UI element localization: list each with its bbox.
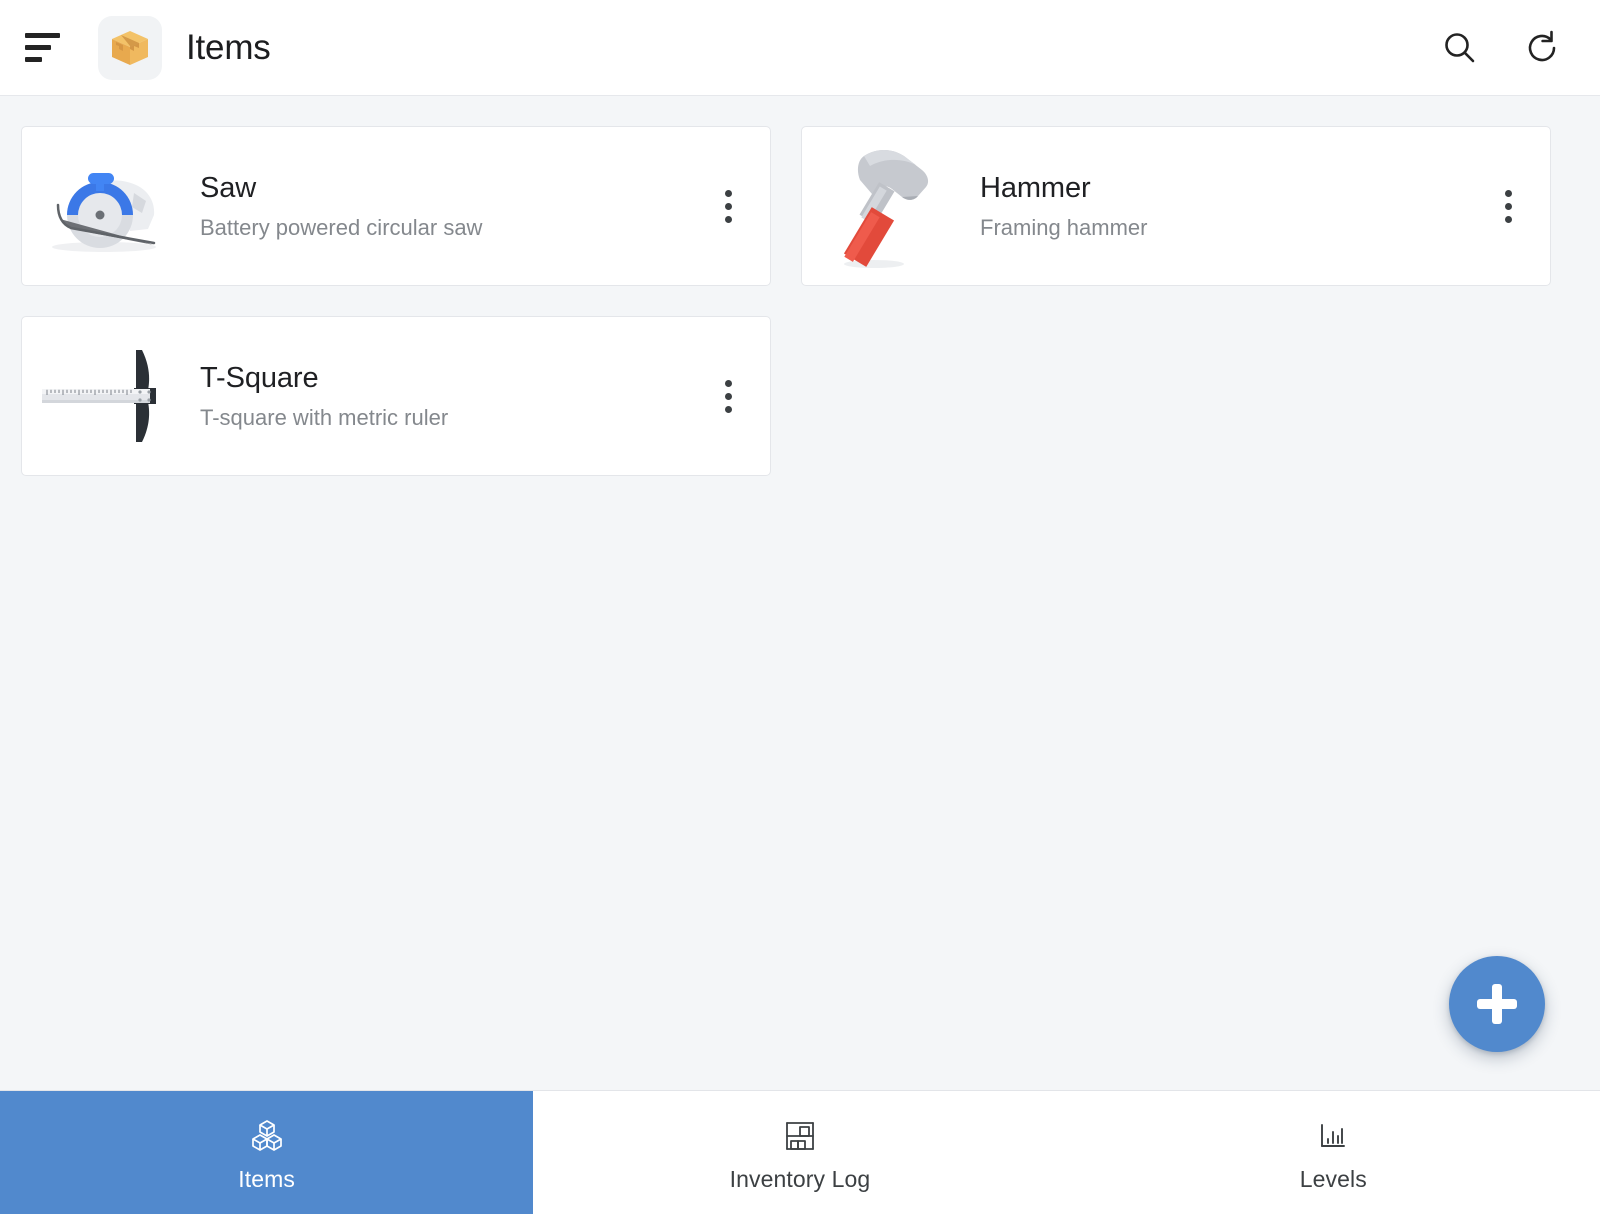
app-bar: Items	[0, 0, 1600, 96]
menu-line-3	[25, 57, 42, 62]
hammer-image	[814, 146, 954, 268]
more-vertical-icon-dot-1	[1504, 189, 1512, 197]
nav-tab-items[interactable]: Items	[0, 1091, 534, 1214]
item-subtitle: T-square with metric ruler	[200, 405, 449, 431]
item-overflow-menu-button[interactable]	[700, 368, 756, 424]
warehouse-shelf-icon	[786, 1122, 814, 1150]
item-card-t-square[interactable]: T-Square T-square with metric ruler	[21, 316, 771, 476]
more-vertical-icon-dot-1	[724, 189, 732, 197]
hamburger-menu-icon[interactable]	[18, 22, 70, 74]
refresh-button[interactable]	[1510, 16, 1574, 80]
item-text-block: Hammer Framing hammer	[954, 170, 1480, 242]
t-square-image	[34, 336, 174, 456]
search-button[interactable]	[1428, 16, 1492, 80]
menu-line-1	[25, 33, 60, 38]
stacked-cubes-icon	[251, 1120, 282, 1151]
refresh-icon	[1528, 30, 1556, 61]
more-vertical-icon-dot-3	[724, 215, 732, 223]
item-title: T-Square	[200, 362, 319, 395]
menu-line-2	[25, 45, 51, 50]
nav-tab-label: Levels	[1299, 1166, 1367, 1192]
item-subtitle: Battery powered circular saw	[200, 215, 483, 241]
item-card-saw[interactable]: Saw Battery powered circular saw	[21, 126, 771, 286]
bar-chart-icon	[1321, 1124, 1346, 1147]
items-grid: Saw Battery powered circular saw Hammer …	[21, 126, 1580, 476]
item-text-block: Saw Battery powered circular saw	[174, 170, 700, 242]
page-title: Items	[186, 27, 271, 67]
item-card-hammer[interactable]: Hammer Framing hammer	[801, 126, 1551, 286]
add-item-fab[interactable]	[1449, 956, 1545, 1052]
item-overflow-menu-button[interactable]	[700, 178, 756, 234]
item-title: Saw	[200, 172, 257, 205]
nav-tab-label: Items	[238, 1166, 296, 1192]
package-box-icon	[98, 15, 162, 80]
more-vertical-icon-dot-3	[1504, 215, 1512, 223]
item-text-block: T-Square T-square with metric ruler	[174, 360, 700, 432]
bottom-navigation-bar: Items Inventory Log Levels	[0, 1090, 1600, 1214]
nav-tab-label: Inventory Log	[729, 1166, 871, 1192]
nav-tab-inventory-log[interactable]: Inventory Log	[533, 1091, 1067, 1214]
item-subtitle: Framing hammer	[980, 215, 1148, 241]
nav-tab-levels[interactable]: Levels	[1066, 1091, 1600, 1214]
more-vertical-icon-dot-2	[724, 202, 732, 210]
more-vertical-icon-dot-1	[724, 379, 732, 387]
app-root: Items Saw Battery powered circular saw H…	[0, 0, 1600, 1214]
more-vertical-icon-dot-2	[1504, 202, 1512, 210]
item-overflow-menu-button[interactable]	[1480, 178, 1536, 234]
more-vertical-icon-dot-3	[724, 405, 732, 413]
more-vertical-icon-dot-2	[724, 392, 732, 400]
plus-icon	[1477, 984, 1517, 1024]
circular-saw-image	[34, 146, 174, 266]
items-content: Saw Battery powered circular saw Hammer …	[0, 96, 1600, 1090]
search-icon	[1445, 32, 1475, 62]
item-title: Hammer	[980, 172, 1091, 205]
